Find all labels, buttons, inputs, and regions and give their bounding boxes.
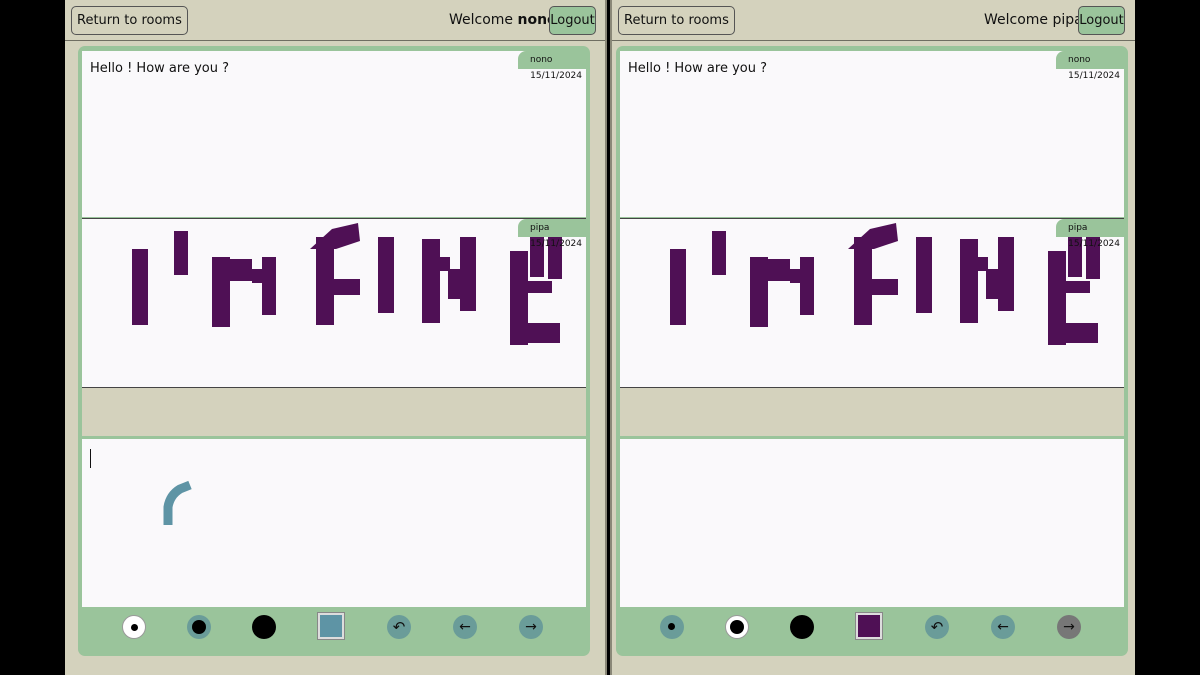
- message: pipa 15/11/2024: [82, 218, 586, 388]
- message-author: nono: [518, 51, 586, 69]
- welcome-prefix: Welcome: [449, 12, 518, 28]
- welcome-message: Welcome pipa!: [984, 12, 1088, 28]
- message-date: 15/11/2024: [530, 71, 582, 81]
- top-bar: Return to rooms Welcome nono! Logout: [65, 0, 605, 41]
- message-text: Hello ! How are you ?: [628, 61, 767, 76]
- arrow-left-icon[interactable]: ←: [453, 615, 477, 639]
- brush-size-small-icon[interactable]: [660, 615, 684, 639]
- drawing-toolbar: ↶ ← →: [78, 612, 590, 648]
- brush-size-large-icon[interactable]: [790, 615, 814, 639]
- message: Hello ! How are you ? nono 15/11/2024: [620, 51, 1124, 217]
- arrow-right-icon[interactable]: →: [519, 615, 543, 639]
- color-picker[interactable]: [855, 612, 883, 640]
- brush-size-small-icon[interactable]: [122, 615, 146, 639]
- arrow-right-icon[interactable]: →: [1057, 615, 1081, 639]
- welcome-prefix: Welcome: [984, 12, 1053, 28]
- message-date: 15/11/2024: [1068, 239, 1120, 249]
- drawing-canvas[interactable]: [82, 439, 586, 607]
- undo-icon[interactable]: ↶: [925, 615, 949, 639]
- message-author: pipa: [1056, 219, 1124, 237]
- brush-size-medium-icon[interactable]: [187, 615, 211, 639]
- message-author: nono: [1056, 51, 1124, 69]
- message-date: 15/11/2024: [1068, 71, 1120, 81]
- message-gap: [620, 388, 1124, 436]
- chat-panel-pipa: Return to rooms Welcome pipa! Logout Hel…: [610, 0, 1135, 675]
- message-author: pipa: [518, 219, 586, 237]
- return-to-rooms-button[interactable]: Return to rooms: [618, 6, 735, 35]
- welcome-message: Welcome nono!: [449, 12, 562, 28]
- brush-size-medium-icon[interactable]: [725, 615, 749, 639]
- color-picker[interactable]: [317, 612, 345, 640]
- message-date: 15/11/2024: [530, 239, 582, 249]
- drawing-toolbar: ↶ ← →: [616, 612, 1128, 648]
- top-bar: Return to rooms Welcome pipa! Logout: [612, 0, 1135, 41]
- return-to-rooms-button[interactable]: Return to rooms: [71, 6, 188, 35]
- arrow-left-icon[interactable]: ←: [991, 615, 1015, 639]
- undo-icon[interactable]: ↶: [387, 615, 411, 639]
- logout-button[interactable]: Logout: [1078, 6, 1125, 35]
- chat-area: Hello ! How are you ? nono 15/11/2024 pi…: [616, 46, 1128, 656]
- brush-size-large-icon[interactable]: [252, 615, 276, 639]
- logout-button[interactable]: Logout: [549, 6, 596, 35]
- message: pipa 15/11/2024: [620, 218, 1124, 388]
- drawing-canvas[interactable]: [620, 439, 1124, 607]
- chat-area: Hello ! How are you ? nono 15/11/2024 pi…: [78, 46, 590, 656]
- current-stroke: [163, 480, 192, 525]
- message-text: Hello ! How are you ?: [90, 61, 229, 76]
- drawing-message: [132, 223, 562, 345]
- chat-panel-nono: Return to rooms Welcome nono! Logout Hel…: [65, 0, 607, 675]
- message-gap: [82, 388, 586, 436]
- message: Hello ! How are you ? nono 15/11/2024: [82, 51, 586, 217]
- drawing-message: [670, 223, 1100, 345]
- text-cursor: [90, 449, 91, 468]
